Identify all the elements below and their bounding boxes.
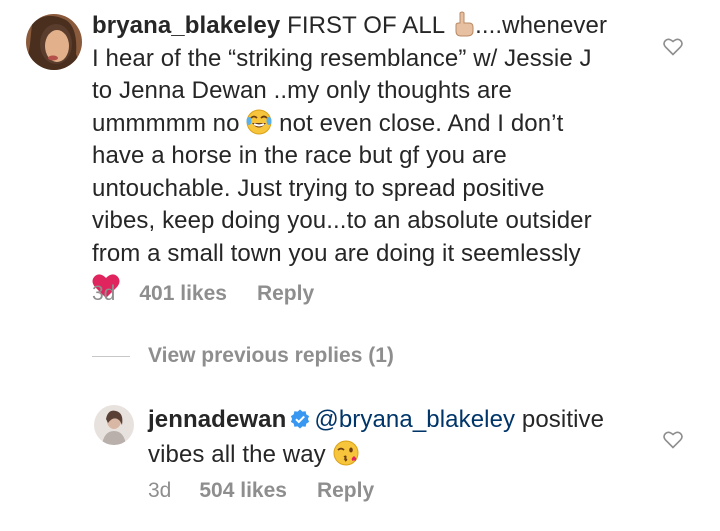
comment-text: ummmmm no (92, 109, 240, 137)
comment-text: ....whenever (475, 12, 608, 39)
mention-link[interactable]: @bryana_blakeley (314, 406, 515, 433)
timestamp: 3d (92, 282, 116, 305)
comment-text: have a horse in the race but gf you are (92, 142, 507, 169)
likes-count[interactable]: 504 likes (199, 479, 287, 503)
username[interactable]: bryana_blakeley (92, 12, 280, 39)
comment-text: untouchable. Just trying to spread posit… (92, 174, 545, 202)
username[interactable]: jennadewan (148, 406, 286, 433)
avatar[interactable] (94, 405, 134, 445)
comment-meta: 3d 504 likes Reply (148, 479, 374, 503)
comment-text: not even close. And I don’t (279, 109, 564, 137)
like-heart-icon[interactable] (663, 431, 683, 454)
divider (92, 355, 130, 357)
reply-button[interactable]: Reply (257, 282, 314, 306)
timestamp: 3d (148, 479, 172, 502)
view-previous-replies[interactable]: View previous replies (1) (92, 344, 394, 374)
reply-button[interactable]: Reply (317, 479, 374, 503)
comment-meta: 3d 401 likes Reply (92, 282, 314, 306)
kiss-wink-emoji (333, 440, 361, 466)
comment-body: jennadewan @bryana_blakeley positive vibe… (148, 404, 648, 471)
comment-text: from a small town you are doing it seeml… (92, 239, 581, 267)
comment-text: vibes all the way (148, 440, 326, 468)
avatar[interactable] (26, 14, 82, 70)
view-previous-label: View previous replies (1) (148, 344, 394, 367)
comment-text: FIRST OF ALL (287, 12, 445, 39)
verified-badge-icon (290, 406, 310, 439)
pointing-up-emoji (451, 11, 475, 37)
like-heart-icon[interactable] (663, 38, 683, 61)
likes-count[interactable]: 401 likes (139, 282, 227, 306)
tears-of-joy-emoji (246, 109, 272, 135)
comment-text: to Jenna Dewan ..my only thoughts are (92, 77, 512, 104)
comment-text: vibes, keep doing you...to an absolute o… (92, 207, 592, 234)
comment-text: positive (521, 406, 605, 433)
comment-body: bryana_blakeley FIRST OF ALL ....wheneve… (92, 10, 652, 302)
comment-text: I hear of the “striking resemblance” w/ … (92, 44, 592, 72)
